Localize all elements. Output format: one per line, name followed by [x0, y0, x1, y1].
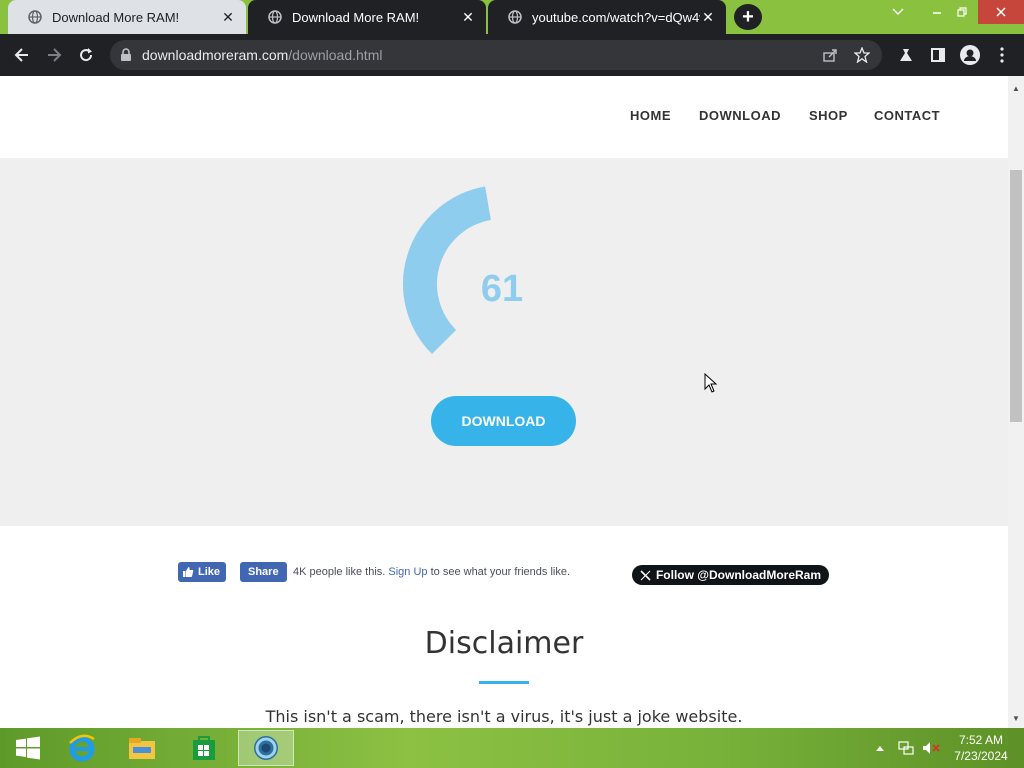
- page-viewport: HOME DOWNLOAD SHOP CONTACT 61 DOWNLOAD L…: [0, 76, 1008, 728]
- progress-value: 61: [480, 268, 524, 310]
- share-icon[interactable]: [822, 47, 838, 66]
- download-button[interactable]: DOWNLOAD: [431, 396, 576, 446]
- mouse-pointer-icon: [704, 372, 718, 398]
- tab-close-icon[interactable]: ✕: [460, 9, 476, 26]
- facebook-signup-link[interactable]: Sign Up: [388, 566, 427, 578]
- bookmark-star-icon[interactable]: [853, 46, 871, 66]
- tab-title: Download More RAM!: [292, 9, 420, 25]
- show-hidden-icons-icon[interactable]: [876, 728, 884, 768]
- menu-kebab-icon[interactable]: [990, 43, 1014, 67]
- clock-date: 7/23/2024: [954, 749, 1008, 763]
- tab-close-icon[interactable]: ✕: [700, 9, 716, 26]
- scroll-thumb[interactable]: [1010, 170, 1022, 422]
- address-bar[interactable]: downloadmoreram.com/download.html: [110, 40, 882, 70]
- scroll-up-arrow-icon[interactable]: ▲: [1008, 80, 1024, 96]
- file-explorer-icon[interactable]: [114, 730, 170, 766]
- tab-close-icon[interactable]: ✕: [220, 9, 236, 26]
- forward-icon[interactable]: [42, 43, 66, 67]
- lock-icon: [120, 48, 132, 62]
- like-count-text: 4K people like this.: [293, 566, 386, 578]
- browser-toolbar: downloadmoreram.com/download.html: [0, 34, 1024, 76]
- globe-icon: [268, 10, 282, 24]
- new-tab-button[interactable]: +: [734, 4, 762, 30]
- globe-icon: [508, 10, 522, 24]
- chrome-icon[interactable]: [238, 730, 294, 766]
- extensions-icon[interactable]: [894, 43, 918, 67]
- taskbar-clock[interactable]: 7:52 AM 7/23/2024: [948, 732, 1014, 764]
- tab-strip: Download More RAM! ✕ Download More RAM! …: [0, 0, 1024, 34]
- store-icon[interactable]: [176, 730, 232, 766]
- tab-download-more-ram-1[interactable]: Download More RAM! ✕: [8, 0, 246, 34]
- back-icon[interactable]: [10, 43, 34, 67]
- tab-title: youtube.com/watch?v=dQw4w9: [532, 9, 700, 25]
- minimize-icon[interactable]: [926, 0, 948, 24]
- twitter-follow-label: Follow @DownloadMoreRam: [655, 568, 822, 582]
- facebook-like-button[interactable]: Like: [178, 562, 227, 582]
- start-icon[interactable]: [0, 730, 56, 766]
- reload-icon[interactable]: [74, 43, 98, 67]
- scroll-down-arrow-icon[interactable]: ▼: [1008, 710, 1024, 726]
- x-logo-icon: [640, 569, 651, 581]
- network-icon[interactable]: [898, 728, 914, 768]
- disclaimer-heading: Disclaimer: [424, 626, 584, 661]
- facebook-tail-text: to see what your friends like.: [427, 566, 571, 578]
- profile-avatar-icon[interactable]: [958, 43, 982, 67]
- tab-title: Download More RAM!: [52, 9, 180, 25]
- url-host: downloadmoreram.com: [142, 47, 289, 63]
- tab-download-more-ram-2[interactable]: Download More RAM! ✕: [248, 0, 486, 34]
- volume-muted-icon[interactable]: [922, 728, 940, 768]
- tab-youtube[interactable]: youtube.com/watch?v=dQw4w9 ✕: [488, 0, 726, 34]
- like-label: Like: [198, 566, 221, 578]
- twitter-follow-button[interactable]: Follow @DownloadMoreRam: [632, 565, 829, 585]
- disclaimer-body: This isn't a scam, there isn't a virus, …: [265, 707, 743, 726]
- clock-time: 7:52 AM: [958, 733, 1004, 747]
- restore-icon[interactable]: [951, 0, 973, 24]
- heading-underline: [479, 681, 529, 684]
- nav-home[interactable]: HOME: [630, 108, 671, 123]
- nav-shop[interactable]: SHOP: [809, 108, 848, 123]
- nav-download[interactable]: DOWNLOAD: [699, 108, 781, 123]
- tab-search-icon[interactable]: [886, 0, 910, 24]
- nav-contact[interactable]: CONTACT: [874, 108, 940, 123]
- thumbs-up-icon: [182, 566, 194, 578]
- facebook-share-button[interactable]: Share: [240, 562, 287, 582]
- windows-taskbar: 7:52 AM 7/23/2024: [0, 728, 1024, 768]
- facebook-like-text: 4K people like this. Sign Up to see what…: [293, 566, 570, 578]
- side-panel-icon[interactable]: [926, 43, 950, 67]
- url-path: /download.html: [288, 47, 383, 63]
- window-close-icon[interactable]: [978, 0, 1024, 24]
- globe-icon: [28, 10, 42, 24]
- download-hero: 61 DOWNLOAD Like Share 4K people like th…: [0, 158, 1008, 585]
- internet-explorer-icon[interactable]: [54, 730, 110, 766]
- site-navigation: HOME DOWNLOAD SHOP CONTACT: [0, 76, 1008, 158]
